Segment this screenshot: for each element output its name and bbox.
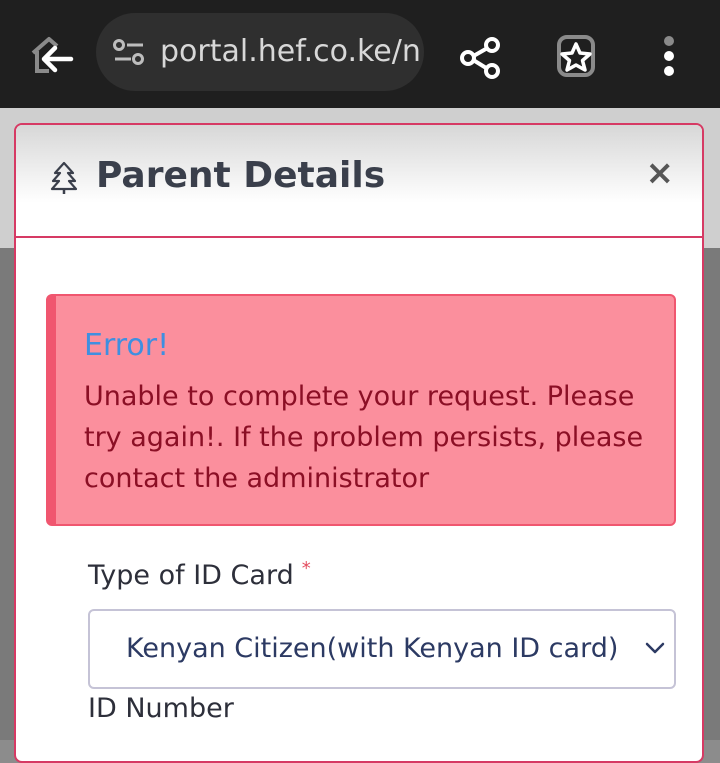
error-alert: Error! Unable to complete your request. … <box>46 294 676 526</box>
home-back-icon[interactable] <box>26 30 78 80</box>
bookmark-star-icon[interactable] <box>552 32 600 82</box>
more-vert-icon[interactable] <box>654 32 684 80</box>
parent-details-modal: Parent Details × Error! Unable to comple… <box>14 123 704 763</box>
site-settings-icon[interactable] <box>112 35 146 69</box>
modal-title: Parent Details <box>96 155 386 196</box>
alert-title: Error! <box>84 328 170 363</box>
close-icon[interactable]: × <box>646 153 675 193</box>
share-icon[interactable] <box>456 34 504 82</box>
chevron-down-icon <box>644 637 666 664</box>
id-type-select[interactable]: Kenyan Citizen(with Kenyan ID card) <box>88 609 676 689</box>
address-bar[interactable]: portal.hef.co.ke/n <box>96 13 424 91</box>
id-type-selected-value: Kenyan Citizen(with Kenyan ID card) <box>126 633 619 664</box>
required-mark: * <box>301 558 311 579</box>
url-text: portal.hef.co.ke/n <box>160 34 421 69</box>
alert-message: Unable to complete your request. Please … <box>84 381 644 494</box>
id-number-label: ID Number <box>88 693 234 724</box>
modal-header: Parent Details × <box>16 125 702 238</box>
tree-icon <box>50 161 78 200</box>
id-type-label-text: Type of ID Card <box>88 560 294 591</box>
browser-toolbar: portal.hef.co.ke/n <box>0 0 720 108</box>
id-type-label: Type of ID Card * <box>88 558 311 591</box>
